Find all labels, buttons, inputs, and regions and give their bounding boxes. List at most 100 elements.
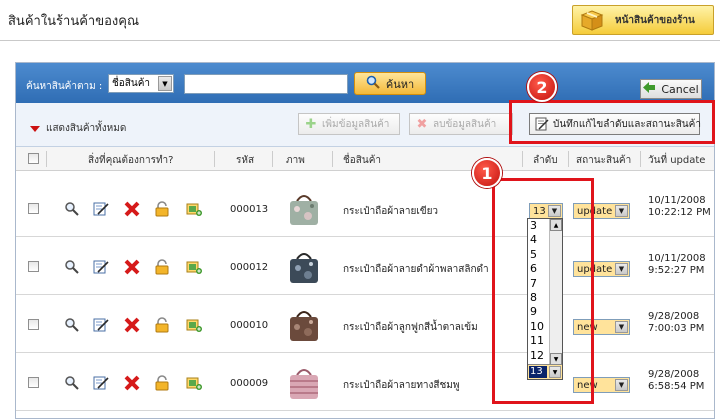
product-thumbnail bbox=[286, 363, 322, 403]
page-title: สินค้าในร้านค้าของคุณ bbox=[8, 14, 140, 29]
edit-icon[interactable] bbox=[93, 259, 109, 275]
status-select[interactable]: new ▼ bbox=[573, 319, 630, 335]
chevron-down-icon: ▼ bbox=[548, 205, 561, 217]
magnifier-icon[interactable] bbox=[64, 317, 80, 333]
lock-icon[interactable] bbox=[154, 259, 170, 275]
order-option[interactable]: 3 bbox=[528, 219, 550, 233]
time-value: 10:22:12 PM bbox=[648, 207, 711, 218]
gallery-add-icon[interactable] bbox=[186, 317, 202, 333]
delete-icon[interactable] bbox=[124, 259, 140, 275]
plus-icon: ✚ bbox=[305, 116, 317, 132]
search-field-select[interactable]: ชื่อสินค้า ▼ bbox=[108, 74, 174, 93]
column-divider bbox=[522, 151, 523, 167]
header-order: ลำดับ bbox=[533, 155, 558, 166]
row-checkbox[interactable] bbox=[28, 319, 39, 330]
time-value: 7:00:03 PM bbox=[648, 323, 705, 334]
order-option[interactable]: 10 bbox=[528, 320, 550, 334]
triangle-down-icon bbox=[30, 125, 40, 132]
cancel-button[interactable]: Cancel bbox=[640, 79, 702, 99]
show-all-products-link[interactable]: แสดงสินค้าทั้งหมด bbox=[30, 121, 126, 136]
edit-icon[interactable] bbox=[93, 317, 109, 333]
store-button-label: หน้าสินค้าของร้าน bbox=[615, 14, 695, 26]
order-option[interactable]: 11 bbox=[528, 334, 550, 348]
delete-icon[interactable] bbox=[124, 201, 140, 217]
delete-product-button[interactable]: ✖ ลบข้อมูลสินค้า bbox=[409, 113, 513, 135]
update-date: 9/28/2008 6:58:54 PM bbox=[648, 369, 704, 393]
row-checkbox[interactable] bbox=[28, 377, 39, 388]
delete-icon[interactable] bbox=[124, 375, 140, 391]
search-input[interactable] bbox=[184, 74, 348, 94]
order-option[interactable]: 7 bbox=[528, 277, 550, 291]
order-select-open[interactable]: 13 ▼ bbox=[528, 364, 562, 379]
status-select[interactable]: update ▼ bbox=[573, 203, 630, 219]
save-order-status-button[interactable]: บันทึกแก้ไขลำดับและสถานะสินค้า bbox=[529, 113, 701, 135]
chevron-down-icon: ▼ bbox=[615, 205, 628, 217]
delete-icon[interactable] bbox=[124, 317, 140, 333]
header-date: วันที่ update bbox=[648, 155, 706, 166]
status-value: update bbox=[577, 205, 613, 217]
column-divider bbox=[272, 151, 273, 167]
table-header: สิ่งที่คุณต้องการทำ? รหัส ภาพ ชื่อสินค้า… bbox=[16, 147, 714, 171]
lock-icon[interactable] bbox=[154, 375, 170, 391]
row-checkbox[interactable] bbox=[28, 261, 39, 272]
magnifier-icon[interactable] bbox=[64, 201, 80, 217]
order-option[interactable]: 6 bbox=[528, 262, 550, 276]
update-date: 10/11/2008 10:22:12 PM bbox=[648, 195, 711, 219]
save-order-status-label: บันทึกแก้ไขลำดับและสถานะสินค้า bbox=[553, 118, 701, 130]
order-value: 13 bbox=[533, 205, 546, 217]
table-row: 000013 กระเป๋าถือผ้าลายเขียว 13 ▼ update… bbox=[16, 181, 714, 237]
column-divider bbox=[332, 151, 333, 167]
chevron-down-icon: ▼ bbox=[549, 366, 561, 378]
product-panel: ค้นหาสินค้าตาม : ชื่อสินค้า ▼ ค้นหา Canc… bbox=[15, 62, 715, 419]
select-all-checkbox[interactable] bbox=[28, 153, 39, 164]
lock-icon[interactable] bbox=[154, 201, 170, 217]
gallery-add-icon[interactable] bbox=[186, 375, 202, 391]
date-value: 9/28/2008 bbox=[648, 369, 700, 380]
product-name: กระเป๋าถือผ้าลูกฟูกสีน้ำตาลเข้ม bbox=[343, 322, 478, 333]
status-select[interactable]: update ▼ bbox=[573, 261, 630, 277]
column-divider bbox=[640, 151, 641, 167]
edit-icon[interactable] bbox=[93, 201, 109, 217]
callout-2: 2 bbox=[527, 72, 557, 102]
store-page-button[interactable]: หน้าสินค้าของร้าน bbox=[572, 5, 714, 35]
update-date: 10/11/2008 9:52:27 PM bbox=[648, 253, 706, 277]
scroll-up-icon[interactable]: ▲ bbox=[550, 219, 562, 231]
column-divider bbox=[214, 151, 215, 167]
column-divider bbox=[46, 151, 47, 167]
search-bar: ค้นหาสินค้าตาม : ชื่อสินค้า ▼ ค้นหา Canc… bbox=[16, 63, 714, 103]
dropdown-scrollbar[interactable]: ▲ ▼ bbox=[549, 219, 562, 365]
order-selected-value: 13 bbox=[529, 366, 547, 378]
order-option[interactable]: 12 bbox=[528, 349, 550, 363]
product-code: 000012 bbox=[230, 262, 269, 273]
product-code: 000010 bbox=[230, 320, 269, 331]
product-code: 000013 bbox=[230, 204, 269, 215]
add-product-button[interactable]: ✚ เพิ่มข้อมูลสินค้า bbox=[298, 113, 400, 135]
edit-document-icon bbox=[535, 117, 549, 131]
status-select[interactable]: new ▼ bbox=[573, 377, 630, 393]
status-value: update bbox=[577, 263, 613, 275]
gallery-add-icon[interactable] bbox=[186, 259, 202, 275]
row-checkbox[interactable] bbox=[28, 203, 39, 214]
time-value: 9:52:27 PM bbox=[648, 265, 705, 276]
date-value: 9/28/2008 bbox=[648, 311, 700, 322]
gallery-add-icon[interactable] bbox=[186, 201, 202, 217]
magnifier-icon[interactable] bbox=[64, 259, 80, 275]
edit-icon[interactable] bbox=[93, 375, 109, 391]
order-select[interactable]: 13 ▼ bbox=[529, 203, 563, 219]
magnifier-icon[interactable] bbox=[64, 375, 80, 391]
search-button[interactable]: ค้นหา bbox=[354, 72, 426, 95]
search-field-value: ชื่อสินค้า bbox=[112, 78, 151, 89]
date-value: 10/11/2008 bbox=[648, 195, 706, 206]
lock-icon[interactable] bbox=[154, 317, 170, 333]
order-dropdown-list[interactable]: 3 4 5 6 7 8 9 10 11 12 ▲ ▼ 13 ▼ bbox=[527, 218, 563, 380]
header-image: ภาพ bbox=[286, 155, 305, 166]
order-option[interactable]: 4 bbox=[528, 233, 550, 247]
product-thumbnail bbox=[286, 189, 322, 229]
product-code: 000009 bbox=[230, 378, 269, 389]
search-icon bbox=[366, 75, 380, 92]
search-label: ค้นหาสินค้าตาม : bbox=[26, 81, 103, 92]
order-option[interactable]: 9 bbox=[528, 305, 550, 319]
order-option[interactable]: 5 bbox=[528, 248, 550, 262]
order-option[interactable]: 8 bbox=[528, 291, 550, 305]
chevron-down-icon: ▼ bbox=[615, 321, 628, 333]
